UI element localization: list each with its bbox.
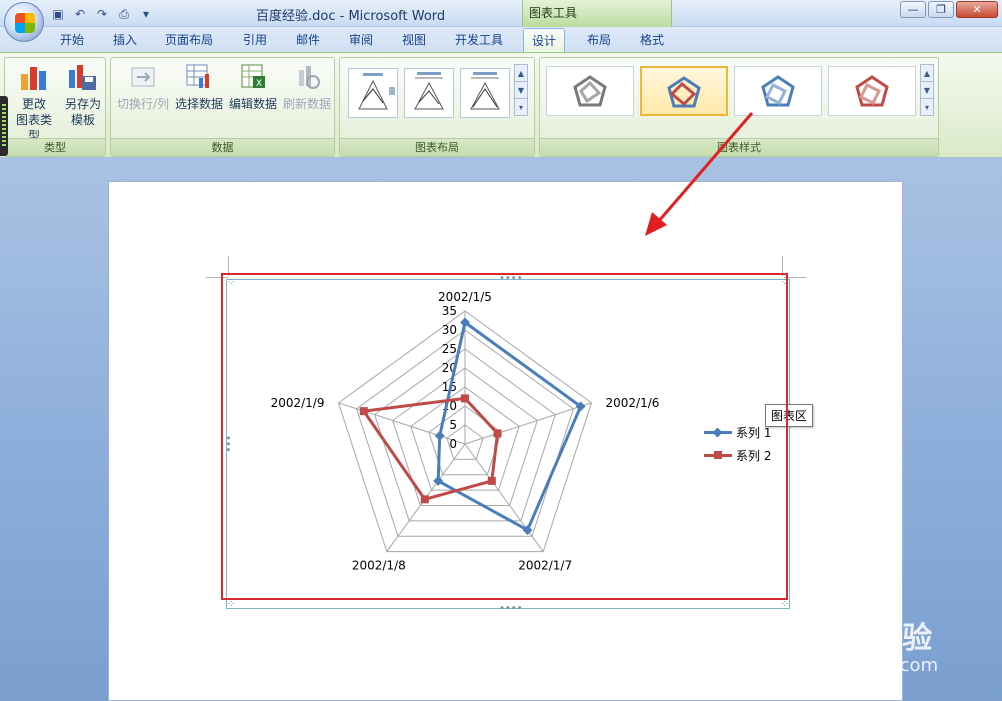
gallery-more-icon[interactable]: ▾ [515, 99, 527, 116]
legend-label: 系列 2 [736, 449, 772, 463]
legend-swatch [704, 427, 732, 438]
select-data-icon [183, 62, 215, 92]
switch-row-column-button[interactable]: 切换行/列 [115, 62, 171, 112]
legend-item: 系列 1 [704, 421, 771, 444]
resize-handle-top[interactable]: •••• [499, 274, 523, 284]
tab-view[interactable]: 视图 [402, 31, 426, 48]
margin-mark [206, 277, 228, 278]
restore-button[interactable]: ❐ [928, 1, 954, 18]
refresh-data-button[interactable]: 刷新数据 [281, 62, 333, 112]
customize-qat-icon[interactable]: ▾ [138, 6, 154, 22]
window-title: 百度经验.doc - Microsoft Word [256, 9, 446, 24]
window-controls: — ❐ ✕ [900, 1, 998, 18]
style-thumb-2-selected[interactable] [640, 66, 728, 116]
side-gadget-bar [0, 96, 8, 156]
style-thumb-4[interactable] [828, 66, 916, 116]
select-data-button[interactable]: 选择数据 [173, 62, 225, 112]
group-data: 切换行/列 选择数据 X 编辑数据 刷新数据 数据 [110, 57, 335, 157]
style-thumb-3[interactable] [734, 66, 822, 116]
legend-item: 系列 2 [704, 444, 771, 467]
legend-swatch [704, 451, 732, 459]
layout-thumb-1[interactable] [348, 68, 398, 118]
resize-handle-left[interactable]: ••• [222, 435, 233, 453]
title-bar: ▣ ↶ ↷ ⎙ ▾ 百度经验.doc - Microsoft Word 图表工具… [0, 0, 1002, 27]
print-preview-icon[interactable]: ⎙ [116, 6, 132, 22]
undo-icon[interactable]: ↶ [72, 6, 88, 22]
watermark-main: Baidu经验 [770, 621, 934, 656]
scroll-down-icon[interactable]: ▼ [515, 82, 527, 99]
tab-page-layout[interactable]: 页面布局 [165, 31, 213, 48]
resize-handle-corner[interactable]: ⁘ [227, 600, 235, 610]
close-button[interactable]: ✕ [956, 1, 998, 18]
layout-gallery-scroll[interactable]: ▲ ▼ ▾ [514, 64, 528, 116]
quick-access-toolbar: ▣ ↶ ↷ ⎙ ▾ [50, 4, 154, 24]
margin-mark [782, 256, 783, 276]
office-logo-icon [15, 13, 35, 33]
gallery-more-icon[interactable]: ▾ [921, 99, 933, 116]
resize-handle-corner[interactable]: ⁘ [227, 278, 235, 288]
excel-icon: X [237, 62, 269, 92]
change-chart-type-button[interactable]: 更改 图表类型 [11, 62, 57, 144]
resize-handle-corner[interactable]: ⁘ [781, 278, 789, 288]
tab-layout[interactable]: 布局 [587, 31, 611, 48]
group-chart-styles-label: 图表样式 [540, 138, 938, 156]
ribbon-tabs: 开始 插入 页面布局 引用 邮件 审阅 视图 开发工具 设计 布局 格式 [0, 27, 1002, 53]
group-chart-layout: ▲ ▼ ▾ 图表布局 [339, 57, 535, 157]
scroll-up-icon[interactable]: ▲ [515, 65, 527, 82]
edit-data-button[interactable]: X 编辑数据 [227, 62, 279, 112]
margin-mark [228, 256, 229, 276]
minimize-button[interactable]: — [900, 1, 926, 18]
watermark-sub: jingyan.baidu.com [772, 655, 939, 676]
ribbon: 更改 图表类型 另存为 模板 类型 切换行/列 选择数据 X 编辑数据 刷新数据… [0, 52, 1002, 158]
tab-format[interactable]: 格式 [640, 31, 664, 48]
chart-legend[interactable]: 系列 1 系列 2 [704, 421, 771, 467]
tab-mailings[interactable]: 邮件 [296, 31, 320, 48]
chart-tools-label: 图表工具 [529, 6, 578, 20]
chart-tools-context-header: 图表工具 [522, 0, 672, 27]
group-type: 更改 图表类型 另存为 模板 类型 [4, 57, 106, 157]
group-type-label: 类型 [5, 138, 105, 156]
group-data-label: 数据 [111, 138, 334, 156]
style-gallery-scroll[interactable]: ▲ ▼ ▾ [920, 64, 934, 116]
resize-handle-bottom[interactable]: •••• [499, 604, 523, 614]
tab-review[interactable]: 审阅 [349, 31, 373, 48]
group-chart-layout-label: 图表布局 [340, 138, 534, 156]
tab-design[interactable]: 设计 [523, 28, 566, 53]
office-button[interactable] [4, 2, 44, 42]
scroll-up-icon[interactable]: ▲ [921, 65, 933, 82]
tab-developer[interactable]: 开发工具 [455, 31, 503, 48]
save-icon[interactable]: ▣ [50, 6, 66, 22]
style-thumb-1[interactable] [546, 66, 634, 116]
save-template-icon [67, 62, 99, 92]
layout-thumb-3[interactable] [460, 68, 510, 118]
scroll-down-icon[interactable]: ▼ [921, 82, 933, 99]
tab-insert[interactable]: 插入 [113, 31, 137, 48]
chart-area-tooltip: 图表区 [765, 404, 814, 427]
tab-home[interactable]: 开始 [60, 31, 84, 48]
layout-thumb-2[interactable] [404, 68, 454, 118]
switch-row-column-icon [127, 62, 159, 92]
svg-text:X: X [256, 79, 262, 89]
chart-type-icon [18, 62, 50, 92]
save-as-template-button[interactable]: 另存为 模板 [61, 62, 105, 128]
refresh-data-icon [291, 62, 323, 92]
group-chart-styles: ▲ ▼ ▾ 图表样式 [539, 57, 939, 157]
redo-icon[interactable]: ↷ [94, 6, 110, 22]
tab-references[interactable]: 引用 [243, 31, 267, 48]
baidu-watermark: Baidu经验 jingyan.baidu.com [770, 605, 990, 695]
